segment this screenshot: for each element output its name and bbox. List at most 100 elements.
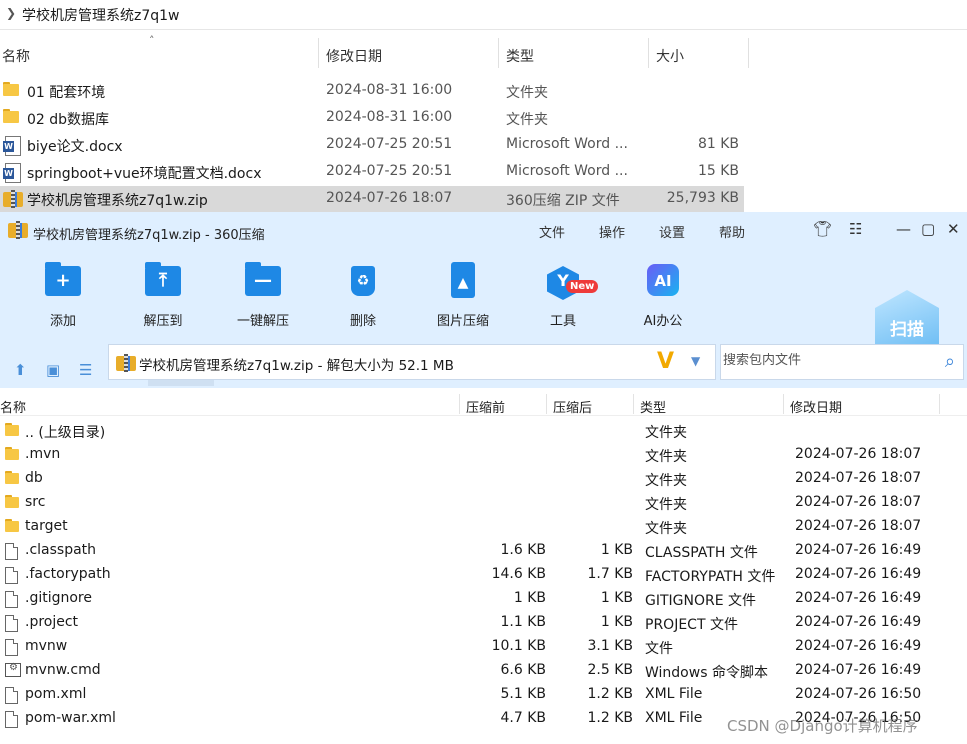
- list-item[interactable]: 01 配套环境 2024-08-31 16:00 文件夹: [0, 78, 744, 105]
- column-header-type[interactable]: 类型: [506, 46, 534, 66]
- table-row[interactable]: src 文件夹 2024-07-26 18:07: [0, 491, 967, 515]
- up-arrow-icon[interactable]: ⬆: [14, 361, 27, 379]
- size-after: 1 KB: [600, 542, 633, 558]
- table-row[interactable]: pom.xml 5.1 KB 1.2 KB XML File 2024-07-26 16…: [0, 683, 967, 707]
- modified-date: 2024-07-25 20:51: [326, 136, 453, 152]
- size-after: 1.2 KB: [587, 710, 634, 726]
- one-click-extract-label: 一键解压: [236, 314, 289, 329]
- column-divider[interactable]: [783, 394, 784, 414]
- table-row[interactable]: mvnw.cmd 6.6 KB 2.5 KB Windows 命令脚本 2024-07-…: [0, 659, 967, 683]
- entry-name: .. (上级目录): [25, 425, 106, 441]
- skin-shirt-icon[interactable]: 👕︎: [813, 220, 832, 238]
- word-doc-icon: [3, 163, 21, 185]
- list-item[interactable]: springboot+vue环境配置文档.docx 2024-07-25 20:5…: [0, 159, 744, 186]
- column-divider[interactable]: [939, 394, 940, 414]
- window-title: 学校机房管理系统z7q1w.zip - 360压缩: [33, 228, 265, 243]
- column-divider[interactable]: [748, 38, 749, 68]
- entry-name: db: [25, 470, 43, 486]
- entry-name: .mvn: [25, 446, 61, 462]
- folder-icon: [5, 519, 19, 536]
- table-row[interactable]: .gitignore 1 KB 1 KB GITIGNORE 文件 2024-07-26…: [0, 587, 967, 611]
- image-compress-button[interactable]: ▲ 图片压缩: [423, 260, 503, 329]
- tools-button[interactable]: Y 工具: [523, 260, 603, 329]
- entry-type: 文件夹: [645, 449, 687, 465]
- entry-type: PROJECT 文件: [645, 617, 738, 633]
- list-item[interactable]: 02 db数据库 2024-08-31 16:00 文件夹: [0, 105, 744, 132]
- ai-office-label: AI办公: [643, 314, 683, 329]
- column-header-type[interactable]: 类型: [640, 397, 666, 416]
- archive-path-text: 学校机房管理系统z7q1w.zip - 解包大小为 52.1 MB: [139, 358, 454, 374]
- file-icon: [5, 567, 18, 588]
- search-input[interactable]: [723, 353, 923, 368]
- size-after: 3.1 KB: [587, 638, 634, 654]
- menu-help[interactable]: 帮助: [719, 222, 745, 241]
- watermark: CSDN @Django计算机程序: [727, 717, 918, 735]
- search-icon[interactable]: ⌕: [945, 351, 955, 372]
- chevron-down-icon[interactable]: ▼: [691, 354, 700, 368]
- add-button[interactable]: + 添加: [23, 260, 103, 329]
- file-icon: [5, 615, 18, 636]
- file-icon: [5, 639, 18, 660]
- one-click-extract-icon: —: [243, 260, 283, 300]
- column-header-size[interactable]: 大小: [656, 46, 684, 66]
- chevron-right-icon[interactable]: ❯: [6, 6, 16, 20]
- table-row[interactable]: mvnw 10.1 KB 3.1 KB 文件 2024-07-26 16:49: [0, 635, 967, 659]
- file-type: 360压缩 ZIP 文件: [506, 193, 620, 209]
- column-divider[interactable]: [546, 394, 547, 414]
- file-icon: [5, 687, 18, 708]
- zip-archive-icon: [116, 354, 136, 376]
- size-before: 1 KB: [513, 590, 546, 606]
- size-before: 1.6 KB: [500, 542, 547, 558]
- column-divider[interactable]: [459, 394, 460, 414]
- column-header-date[interactable]: 修改日期: [326, 46, 382, 66]
- menu-settings[interactable]: 设置: [659, 222, 685, 241]
- table-row[interactable]: .. (上级目录) 文件夹: [0, 419, 967, 443]
- menu-file[interactable]: 文件: [539, 222, 565, 241]
- table-row[interactable]: target 文件夹 2024-07-26 18:07: [0, 515, 967, 539]
- entry-type: 文件夹: [645, 497, 687, 513]
- column-divider[interactable]: [648, 38, 649, 68]
- list-item[interactable]: biye论文.docx 2024-07-25 20:51 Microsoft Wor…: [0, 132, 744, 159]
- title-bar[interactable]: 学校机房管理系统z7q1w.zip - 360压缩 文件 操作 设置 帮助 👕︎…: [0, 212, 967, 244]
- thumbnail-view-icon[interactable]: ▣: [46, 361, 60, 379]
- feedback-icon[interactable]: ☷: [849, 220, 862, 238]
- maximize-icon[interactable]: ▢: [921, 220, 935, 238]
- table-row[interactable]: db 文件夹 2024-07-26 18:07: [0, 467, 967, 491]
- entry-name: target: [25, 518, 68, 534]
- ai-office-button[interactable]: AI AI办公: [623, 260, 703, 329]
- table-row[interactable]: .factorypath 14.6 KB 1.7 KB FACTORYPATH 文件 2…: [0, 563, 967, 587]
- table-row[interactable]: .mvn 文件夹 2024-07-26 18:07: [0, 443, 967, 467]
- delete-button[interactable]: ♻ 删除: [323, 260, 403, 329]
- column-divider[interactable]: [633, 394, 634, 414]
- size-before: 1.1 KB: [500, 614, 547, 630]
- address-bar[interactable]: ❯ 学校机房管理系统z7q1w: [0, 0, 967, 30]
- list-item[interactable]: 学校机房管理系统z7q1w.zip 2024-07-26 18:07 360压缩 Z…: [0, 186, 744, 213]
- close-icon[interactable]: ✕: [947, 220, 960, 238]
- extract-to-button[interactable]: ⤒ 解压到: [123, 260, 203, 329]
- one-click-extract-button[interactable]: — 一键解压: [223, 260, 303, 329]
- word-doc-icon: [3, 136, 21, 158]
- file-type: Microsoft Word ...: [506, 163, 628, 179]
- column-header-date[interactable]: 修改日期: [790, 397, 842, 416]
- table-row[interactable]: .project 1.1 KB 1 KB PROJECT 文件 2024-07-26 1…: [0, 611, 967, 635]
- column-header-name[interactable]: 名称: [0, 397, 26, 416]
- table-row[interactable]: .classpath 1.6 KB 1 KB CLASSPATH 文件 2024-07-…: [0, 539, 967, 563]
- column-header-name[interactable]: 名称: [2, 46, 30, 66]
- extract-folder-icon: ⤒: [143, 260, 183, 300]
- file-type: Microsoft Word ...: [506, 136, 628, 152]
- archive-path-box[interactable]: 学校机房管理系统z7q1w.zip - 解包大小为 52.1 MB V ▼: [108, 344, 716, 380]
- column-divider[interactable]: [498, 38, 499, 68]
- minimize-icon[interactable]: —: [896, 220, 911, 238]
- size-after: 1.7 KB: [587, 566, 634, 582]
- menu-operate[interactable]: 操作: [599, 222, 625, 241]
- column-header-before[interactable]: 压缩前: [466, 397, 505, 416]
- list-view-icon[interactable]: ☰: [79, 361, 92, 379]
- entry-name: pom.xml: [25, 686, 87, 702]
- column-divider[interactable]: [318, 38, 319, 68]
- size-after: 1 KB: [600, 590, 633, 606]
- entry-type: CLASSPATH 文件: [645, 545, 758, 561]
- size-after: 2.5 KB: [587, 662, 634, 678]
- horizontal-scrollbar-thumb[interactable]: [148, 380, 214, 386]
- column-header-after[interactable]: 压缩后: [553, 397, 592, 416]
- verified-v-icon[interactable]: V: [657, 349, 674, 374]
